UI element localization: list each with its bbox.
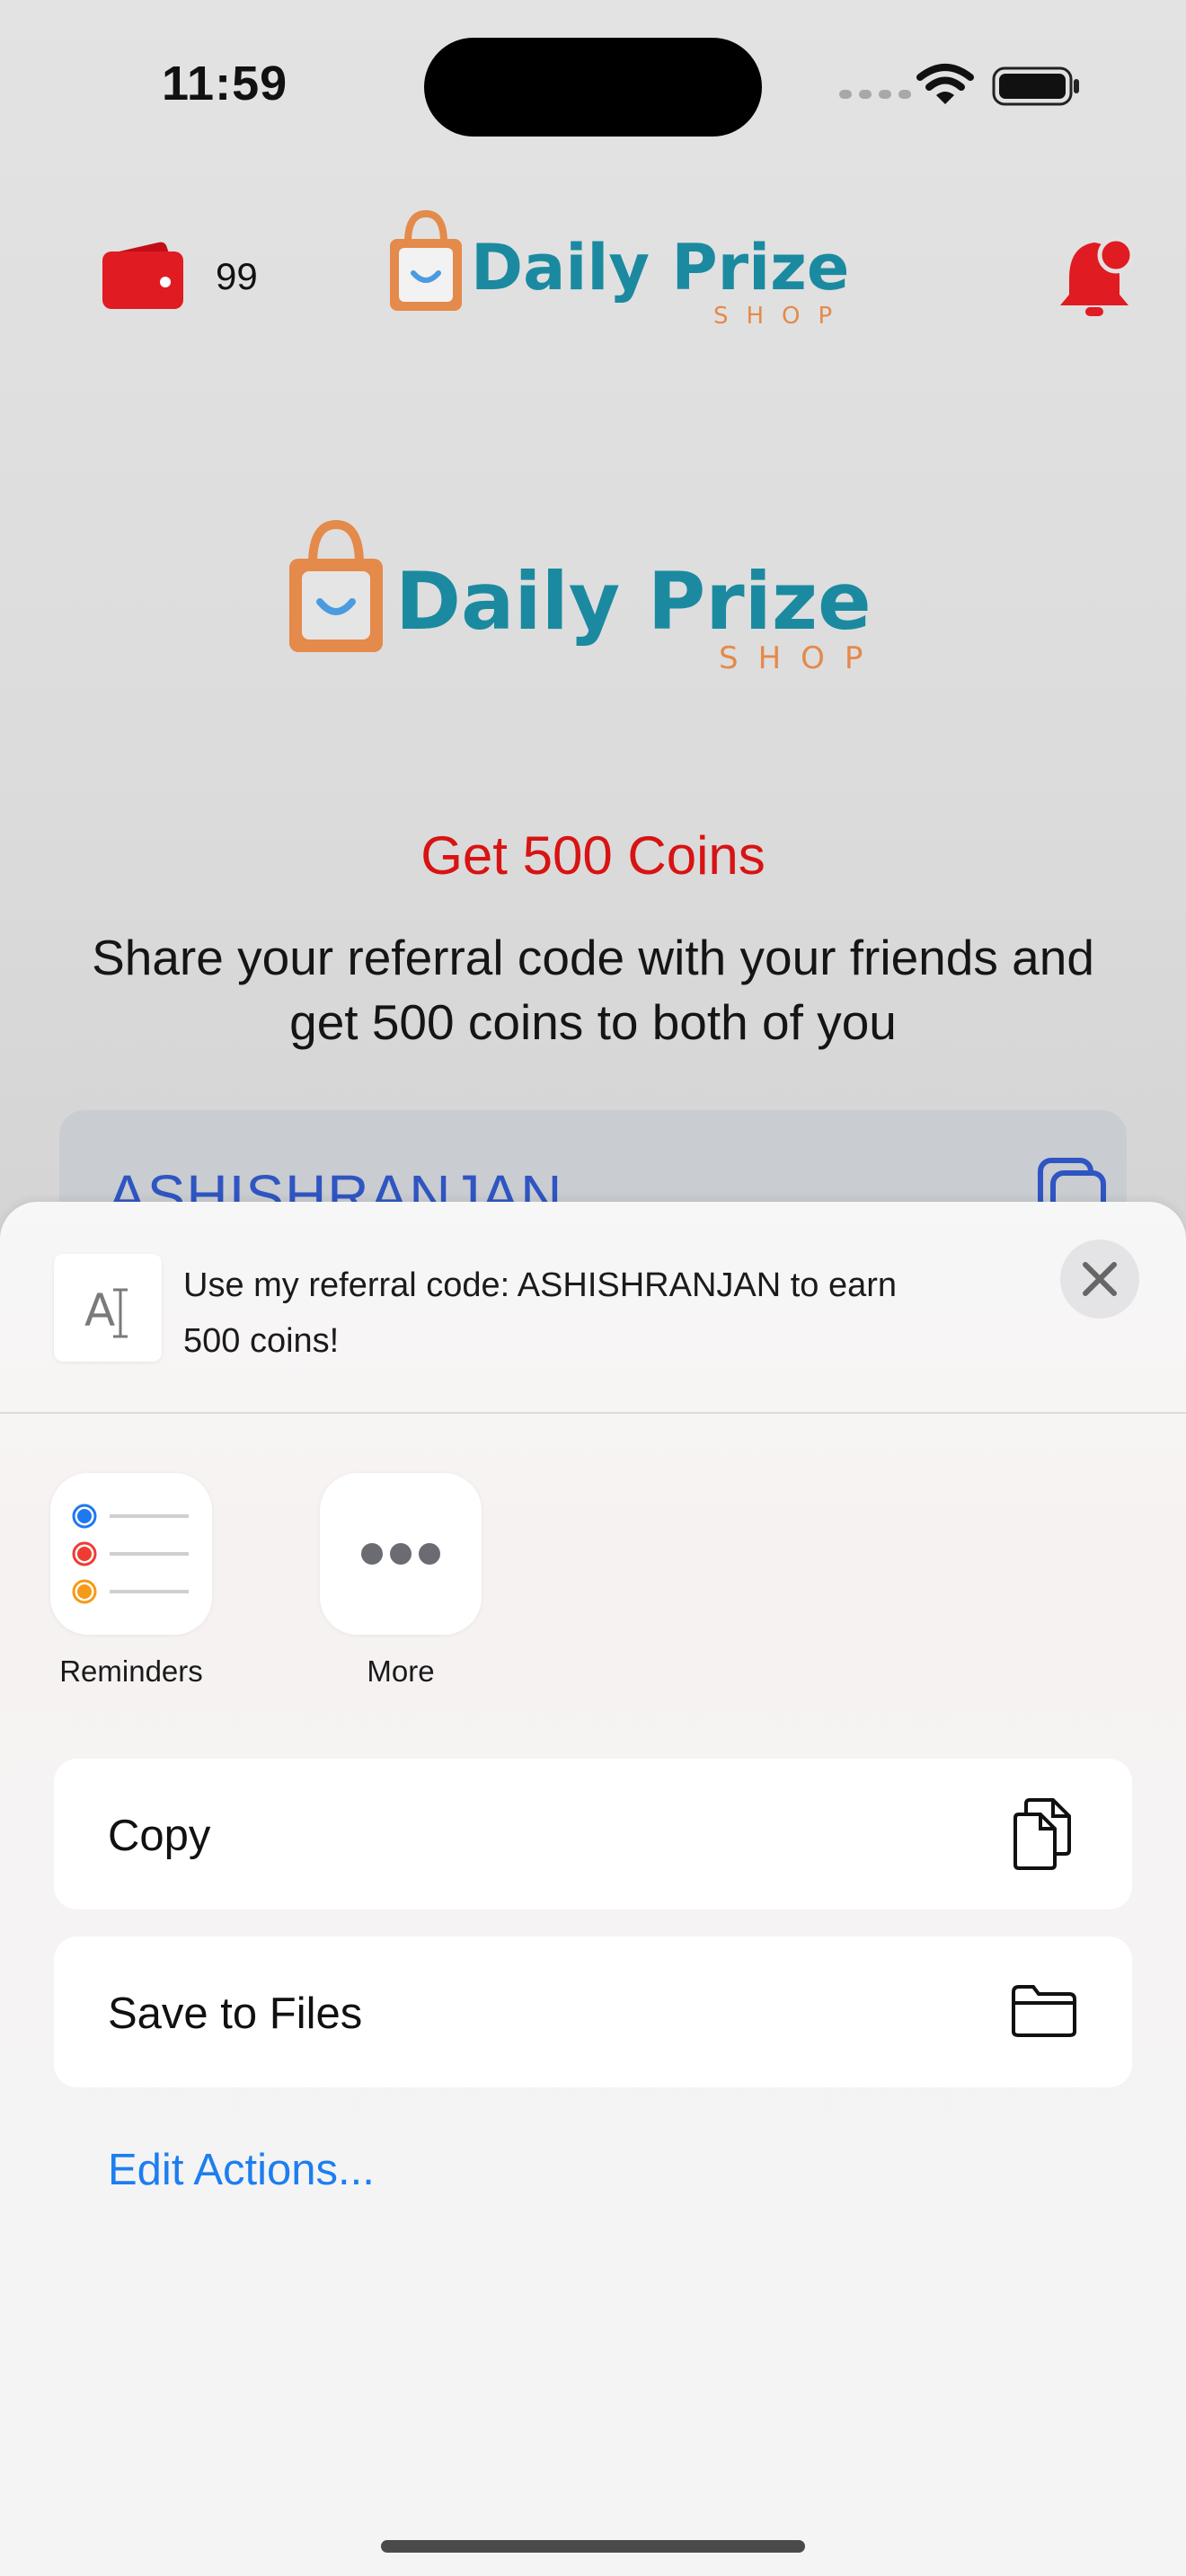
coin-count: 99 <box>216 255 258 297</box>
more-apps-label: More <box>367 1654 435 1688</box>
reminders-app-tile[interactable] <box>50 1473 212 1635</box>
reminders-app-label: Reminders <box>59 1654 203 1688</box>
folder-icon <box>1012 1985 1076 2037</box>
share-sheet: A Use my referral code: ASHISHRANJAN to … <box>0 1202 1186 2576</box>
edit-actions-link[interactable]: Edit Actions... <box>108 2145 375 2195</box>
logo-title: Daily Prize <box>471 231 849 304</box>
copy-documents-icon <box>1013 1798 1071 1870</box>
status-time: 11:59 <box>162 57 288 110</box>
promo-title: Get 500 Coins <box>420 825 766 886</box>
more-apps-tile[interactable] <box>320 1473 482 1635</box>
bell-notification-icon[interactable] <box>1057 235 1137 322</box>
home-indicator[interactable] <box>381 2540 805 2553</box>
main-logo-title: Daily Prize <box>395 555 872 648</box>
battery-icon <box>992 66 1079 106</box>
dynamic-island <box>424 38 762 137</box>
text-document-icon: A <box>84 1284 128 1338</box>
more-dots-icon <box>361 1543 440 1565</box>
save-to-files-action[interactable]: Save to Files <box>54 1936 1132 2087</box>
logo-subtitle: SHOP <box>713 303 850 330</box>
signal-dots-icon <box>839 90 911 99</box>
copy-action-label: Copy <box>108 1812 211 1860</box>
svg-text:A: A <box>84 1284 115 1337</box>
wifi-icon <box>916 64 974 104</box>
wallet-icon[interactable] <box>102 241 183 309</box>
header-logo: Daily Prize SHOP <box>386 207 854 337</box>
text-preview-thumbnail: A <box>54 1254 162 1362</box>
save-to-files-label: Save to Files <box>108 1989 363 2038</box>
reminders-app-icon <box>72 1504 189 1604</box>
close-icon <box>1083 1262 1117 1296</box>
main-logo: Daily Prize SHOP <box>286 519 915 685</box>
sheet-divider <box>0 1412 1186 1414</box>
main-logo-subtitle: SHOP <box>719 640 882 676</box>
share-preview-text: Use my referral code: ASHISHRANJAN to ea… <box>183 1266 898 1360</box>
copy-action[interactable]: Copy <box>54 1759 1132 1910</box>
close-button[interactable] <box>1060 1239 1139 1319</box>
promo-description: Share your referral code with your frien… <box>92 930 1094 1050</box>
